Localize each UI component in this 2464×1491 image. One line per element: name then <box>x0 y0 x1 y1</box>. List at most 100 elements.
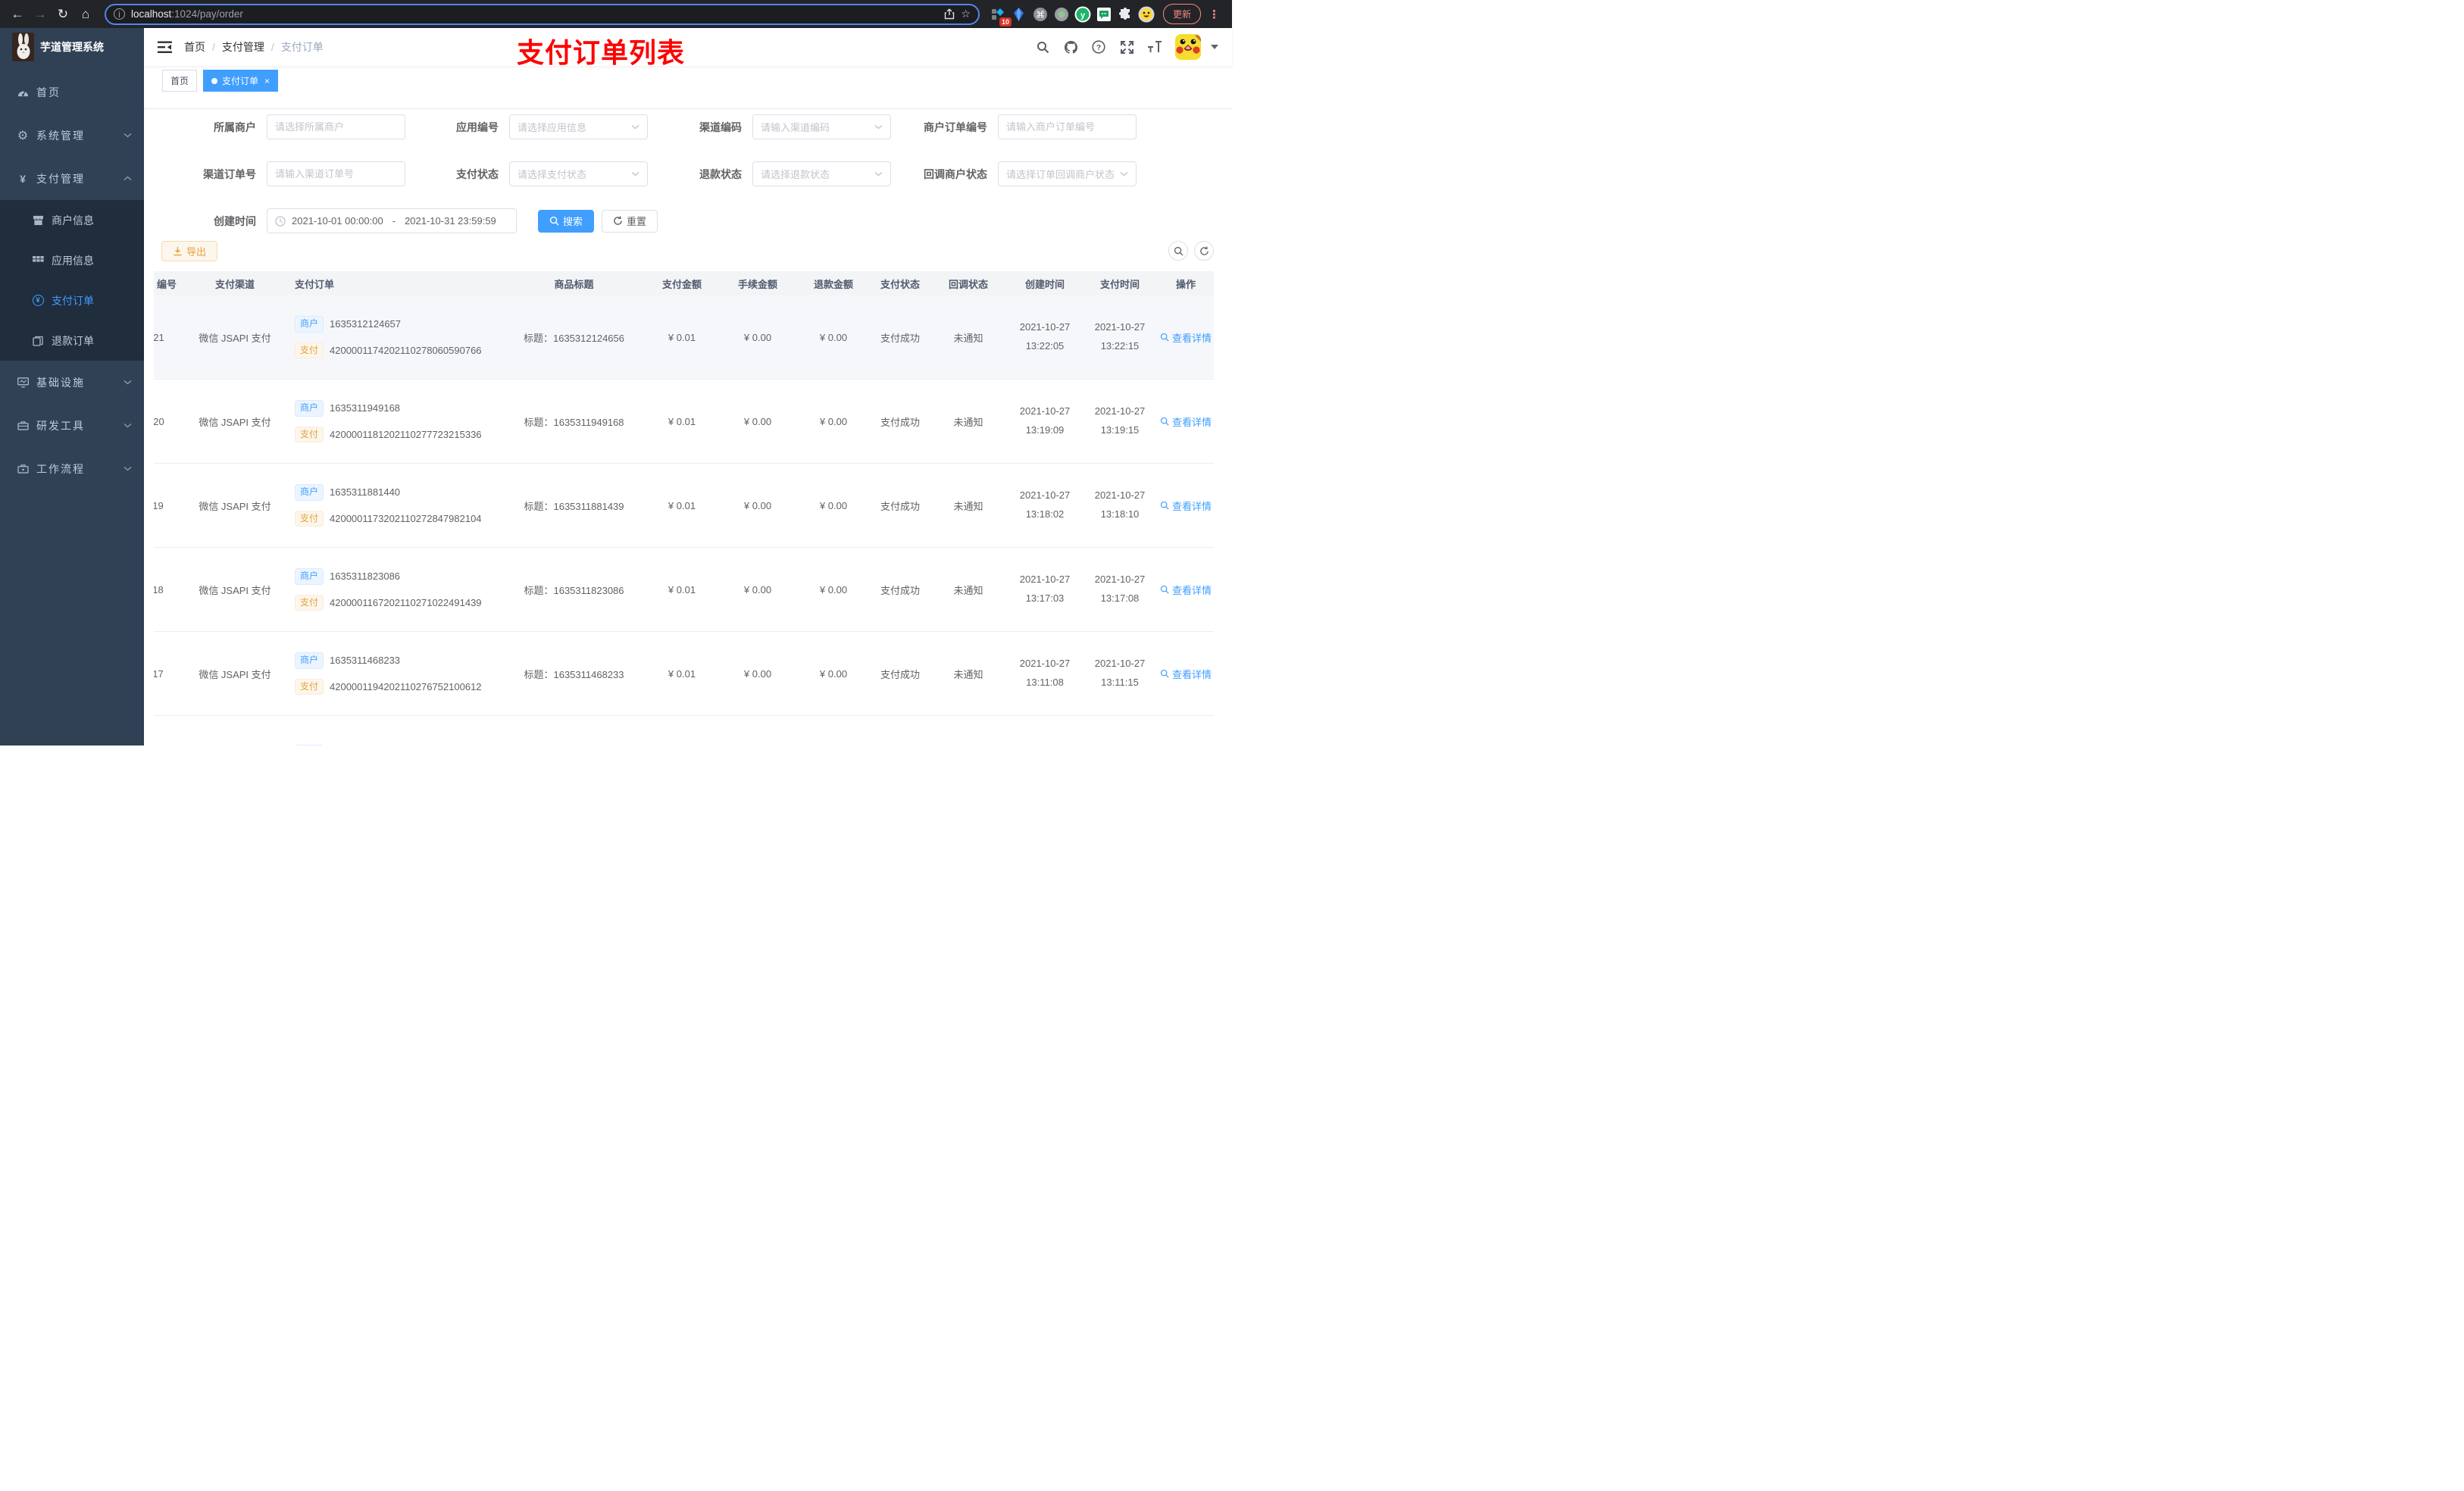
filter-refund-status: 退款状态 请选择退款状态 <box>636 161 891 186</box>
select-placeholder: 请选择订单回调商户状态 <box>1006 169 1115 180</box>
channel-order-no-field[interactable] <box>275 168 397 180</box>
sidebar-item-pay[interactable]: ¥ 支付管理 <box>0 157 144 200</box>
view-detail-link[interactable]: 查看详情 <box>1160 499 1212 513</box>
notify-status-select[interactable]: 请选择订单回调商户状态 <box>998 161 1137 186</box>
merchant-tag: 商户 <box>295 315 324 333</box>
browser-forward-button[interactable]: → <box>30 5 50 24</box>
profile-emoji-icon[interactable] <box>1137 5 1155 23</box>
cell-status: 支付成功 <box>880 584 920 596</box>
share-icon[interactable] <box>944 8 955 20</box>
table-row[interactable]: 118 微信 JSAPI 支付 商户 1635311823086 支付 420000… <box>154 548 1214 632</box>
fullscreen-icon[interactable] <box>1119 39 1134 55</box>
merchant-input-field[interactable] <box>275 121 397 133</box>
extension-chat-icon[interactable] <box>1095 5 1113 23</box>
font-size-icon[interactable] <box>1147 39 1162 55</box>
sidebar-item-system[interactable]: ⚙ 系统管理 <box>0 114 144 157</box>
filter-label: 创建时间 <box>214 214 256 227</box>
show-search-toggle-button[interactable] <box>1168 241 1188 261</box>
reset-button[interactable]: 重置 <box>602 209 658 233</box>
range-separator: - <box>392 215 396 227</box>
table-row[interactable]: 117 微信 JSAPI 支付 商户 1635311468233 支付 420000… <box>154 632 1214 716</box>
refresh-table-button[interactable] <box>1194 241 1214 261</box>
breadcrumb-pay-manage[interactable]: 支付管理 <box>222 39 264 55</box>
bookmark-star-icon[interactable]: ☆ <box>961 8 971 20</box>
cell-created: 2021-10-27 13:19:09 <box>1019 405 1071 436</box>
merchant-input[interactable] <box>267 114 405 139</box>
range-end: 2021-10-31 23:59:59 <box>405 215 496 227</box>
cell-refund: ¥ 0.00 <box>819 667 848 680</box>
navbar-actions: ? <box>1035 34 1218 60</box>
browser-home-button[interactable]: ⌂ <box>76 5 95 24</box>
merchant-order-no-field[interactable] <box>1006 121 1128 133</box>
sidebar-item-merchant-info[interactable]: 商户信息 <box>0 200 144 240</box>
view-detail-link[interactable]: 查看详情 <box>1160 330 1212 345</box>
table-row[interactable]: 121 微信 JSAPI 支付 商户 1635312124657 支付 420000… <box>154 295 1214 380</box>
app-select[interactable]: 请选择应用信息 <box>509 114 648 139</box>
pay-status-select[interactable]: 请选择支付状态 <box>509 161 648 186</box>
cell-fee: ¥ 0.00 <box>743 583 772 595</box>
table-row[interactable]: 120 微信 JSAPI 支付 商户 1635311949168 支付 420000… <box>154 380 1214 464</box>
table-row[interactable]: 商户1635311251726 <box>154 716 1214 746</box>
sidebar-item-pay-order[interactable]: ¥ 支付订单 <box>0 280 144 320</box>
browser-chrome: ← → ↻ ⌂ i localhost:1024/pay/order ☆ 10 … <box>0 0 1232 28</box>
sidebar-item-app-info[interactable]: 应用信息 <box>0 240 144 280</box>
cell-action: 查看详情 <box>1158 330 1214 345</box>
cell-amount: ¥ 0.01 <box>668 415 696 427</box>
avatar-caret-icon[interactable] <box>1211 45 1218 49</box>
refund-status-select[interactable]: 请选择退款状态 <box>752 161 891 186</box>
col-header-amount: 支付金额 <box>661 278 702 290</box>
browser-menu-icon[interactable]: ⋮ <box>1204 8 1224 21</box>
tab-label: 首页 <box>170 76 189 86</box>
view-detail-link[interactable]: 查看详情 <box>1160 414 1212 429</box>
app-frame: 芋道管理系统 首页 ⚙ 系统管理 ¥ 支付管理 商户信息 应用信息 ¥ 支付订单… <box>0 28 1232 746</box>
browser-back-button[interactable]: ← <box>8 5 27 24</box>
browser-update-button[interactable]: 更新 <box>1162 4 1201 24</box>
merchant-tag: 商户 <box>295 744 324 746</box>
cell-refund: ¥ 0.00 <box>819 499 848 511</box>
col-header-title: 商品标题 <box>554 278 594 290</box>
sidebar-item-devtools[interactable]: 研发工具 <box>0 404 144 447</box>
extension-tab-manager-icon[interactable]: 10 <box>989 5 1012 27</box>
extension-y-icon[interactable]: y <box>1074 5 1092 23</box>
sidebar-item-infra[interactable]: 基础设施 <box>0 361 144 404</box>
search-button[interactable]: 搜索 <box>538 209 595 233</box>
channel-order-no-input[interactable] <box>267 161 405 186</box>
filter-label: 回调商户状态 <box>924 167 987 180</box>
github-icon[interactable] <box>1063 39 1078 55</box>
extension-command-icon[interactable]: ⌘ <box>1031 5 1049 23</box>
tab-pay-order[interactable]: 支付订单 × <box>203 70 279 92</box>
tab-close-icon[interactable]: × <box>263 76 270 86</box>
search-icon[interactable] <box>1035 39 1050 55</box>
help-icon[interactable]: ? <box>1091 39 1106 55</box>
merchant-tag: 商户 <box>295 483 324 501</box>
sidebar-collapse-icon[interactable] <box>158 41 172 54</box>
range-start: 2021-10-01 00:00:00 <box>292 215 383 227</box>
extensions-puzzle-icon[interactable] <box>1116 5 1134 23</box>
create-time-range-picker[interactable]: 2021-10-01 00:00:00 - 2021-10-31 23:59:5… <box>267 208 517 233</box>
merchant-order-no-input[interactable] <box>998 114 1137 139</box>
extension-gem-icon[interactable] <box>1010 5 1028 23</box>
table-row[interactable]: 119 微信 JSAPI 支付 商户 1635311881440 支付 420000… <box>154 464 1214 548</box>
extension-record-icon[interactable] <box>1052 5 1071 23</box>
user-avatar[interactable] <box>1175 34 1201 60</box>
sidebar-item-workflow[interactable]: 工作流程 <box>0 447 144 490</box>
sidebar-item-refund-order[interactable]: 退款订单 <box>0 320 144 361</box>
export-button[interactable]: 导出 <box>161 241 218 261</box>
sidebar-menu: 首页 ⚙ 系统管理 ¥ 支付管理 商户信息 应用信息 ¥ 支付订单 退款订单 基… <box>0 66 144 490</box>
logo-row[interactable]: 芋道管理系统 <box>0 28 144 66</box>
sidebar-item-home[interactable]: 首页 <box>0 70 144 114</box>
cell-id: 118 <box>154 583 164 595</box>
breadcrumb-home[interactable]: 首页 <box>184 39 205 55</box>
view-detail-link[interactable]: 查看详情 <box>1160 667 1212 681</box>
col-header-action: 操作 <box>1175 278 1196 290</box>
view-detail-link[interactable]: 查看详情 <box>1160 583 1212 597</box>
channel-code-select[interactable]: 请输入渠道编码 <box>752 114 891 139</box>
site-info-icon[interactable]: i <box>114 8 125 20</box>
browser-reload-button[interactable]: ↻ <box>53 5 73 24</box>
url-text[interactable]: localhost:1024/pay/order <box>131 8 938 20</box>
sidebar-item-label: 退款订单 <box>52 334 94 347</box>
address-bar[interactable]: i localhost:1024/pay/order ☆ <box>105 3 980 25</box>
reset-button-label: 重置 <box>627 216 647 227</box>
cell-id: 119 <box>154 499 164 511</box>
tab-home[interactable]: 首页 <box>162 70 198 92</box>
